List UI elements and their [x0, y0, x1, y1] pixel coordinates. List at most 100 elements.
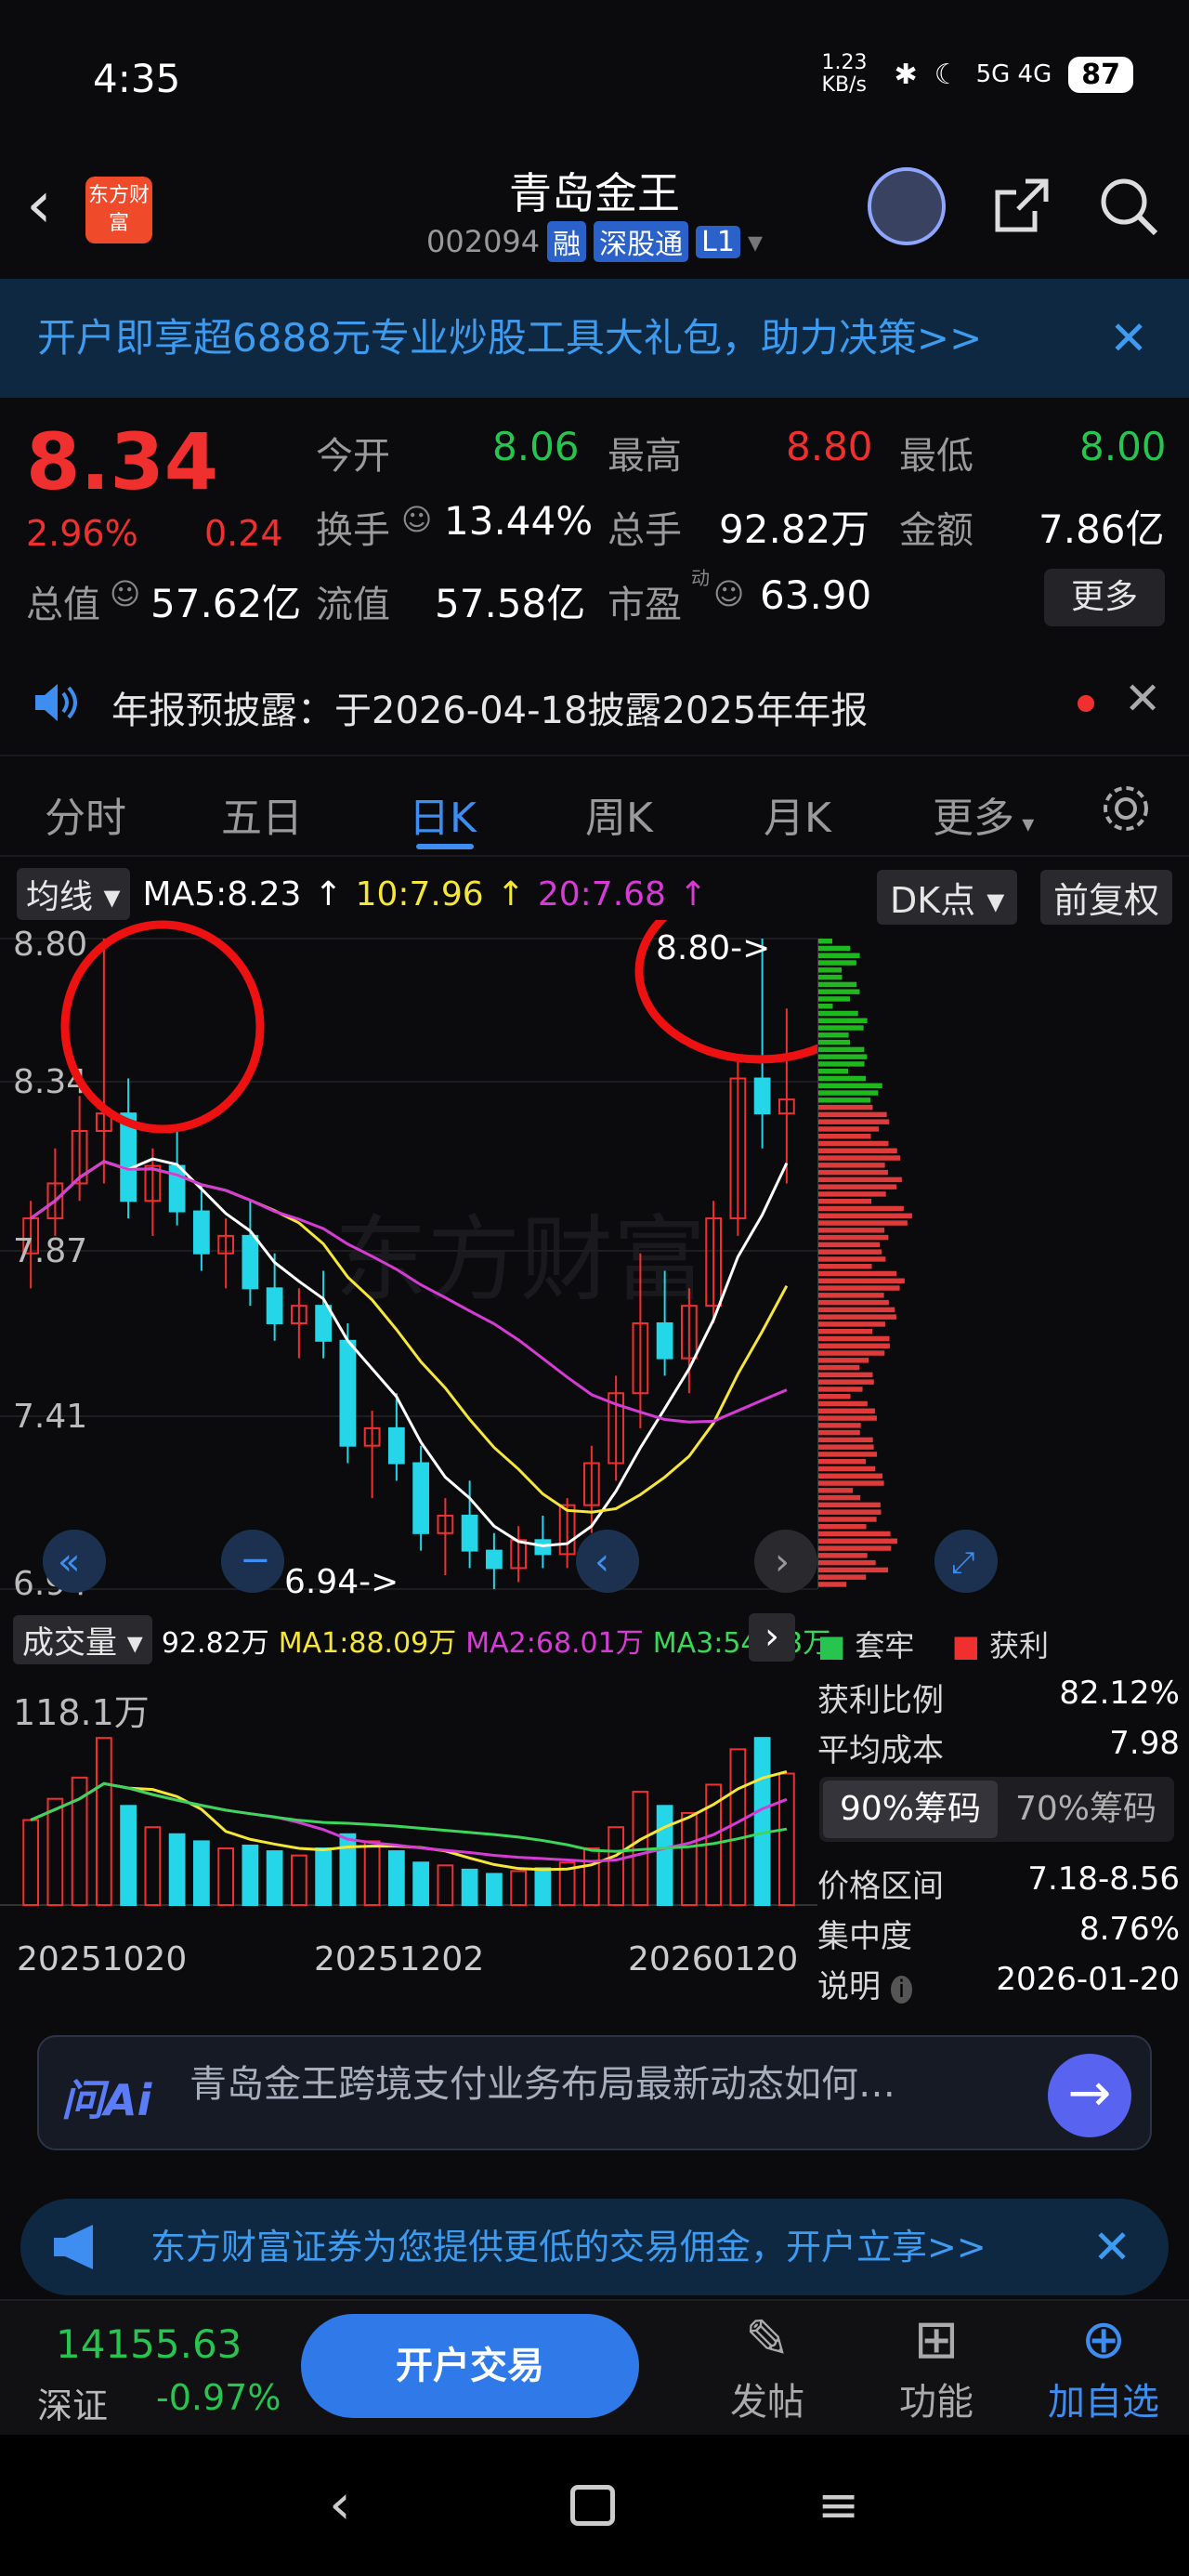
tab-more-label: 更多: [933, 795, 1014, 842]
volume-bar: [144, 1826, 162, 1906]
nav-home-icon[interactable]: [570, 2485, 615, 2526]
open-account-button[interactable]: 开户交易: [301, 2314, 639, 2418]
chip-bar: [817, 1473, 882, 1479]
volume-bar: [656, 1805, 673, 1907]
unread-dot: [1078, 695, 1094, 712]
indicator-select[interactable]: 均线 ▾: [17, 868, 130, 920]
chip-bar: [817, 1155, 901, 1161]
vol-ma2: MA2:68.01万: [465, 1626, 644, 1660]
chip-bar: [817, 960, 856, 966]
chip-bar: [817, 1069, 849, 1074]
high-value: 8.80: [786, 424, 873, 469]
search-icon[interactable]: [1096, 174, 1161, 239]
high-label: 最高: [608, 435, 682, 478]
chip-bar: [817, 1220, 908, 1226]
chip-bar: [817, 939, 832, 944]
close-icon[interactable]: ✕: [1109, 279, 1148, 398]
info-icon[interactable]: i: [890, 1976, 913, 2004]
chip-bar: [817, 989, 860, 994]
chip-bar: [817, 974, 843, 980]
promo-banner[interactable]: 开户即享超6888元专业炒股工具大礼包，助力决策>> ✕: [0, 279, 1189, 398]
info-icon[interactable]: ☺: [401, 502, 432, 537]
seg-70[interactable]: 70%筹码: [1001, 1781, 1170, 1838]
note-row: 说明 i 2026-01-20: [817, 1961, 1180, 2005]
share-icon[interactable]: [988, 174, 1053, 239]
chip-bar: [817, 1126, 880, 1132]
more-button[interactable]: 更多: [1044, 569, 1165, 626]
concentration-row: 集中度 8.76%: [817, 1911, 1180, 1955]
tag-level: L1: [696, 225, 740, 258]
chevron-down-icon[interactable]: ▾: [748, 224, 763, 259]
candle-body: [388, 1426, 405, 1465]
notice-bar[interactable]: 年报预披露：于2026-04-18披露2025年年报 ✕: [0, 660, 1189, 745]
moon-icon: ☾: [934, 58, 960, 91]
tab-five-day[interactable]: 五日: [221, 784, 303, 844]
svg-text:«: «: [58, 1541, 80, 1584]
megaphone-icon: [54, 2225, 93, 2269]
chip-bar: [817, 1270, 897, 1277]
tab-daily-k[interactable]: 日K: [409, 784, 477, 844]
volume-bar: [339, 1833, 357, 1906]
status-icons: 1.23 KB/s ✱ ☾ 5G 4G 87: [822, 52, 1133, 97]
price-range-label: 价格区间: [817, 1868, 944, 1905]
info-icon[interactable]: ☺: [110, 576, 140, 611]
close-icon[interactable]: ✕: [1124, 673, 1161, 725]
function-label: 功能: [899, 2381, 973, 2424]
float-label: 流值: [316, 584, 390, 626]
nav-menu-icon[interactable]: ≡: [817, 2476, 859, 2534]
function-button[interactable]: ⊞ 功能: [871, 2307, 1001, 2425]
arrow-right-icon[interactable]: →: [1048, 2054, 1131, 2137]
seg-90[interactable]: 90%筹码: [823, 1781, 998, 1838]
dk-label: DK点: [890, 880, 976, 921]
ai-question-box[interactable]: 问Ai 青岛金王跨境支付业务布局最新动态如何… →: [37, 2035, 1152, 2150]
dk-point-button[interactable]: DK点 ▾: [877, 870, 1018, 925]
add-watchlist-button[interactable]: ⊕ 加自选: [1039, 2307, 1169, 2425]
chart-watermark: 东方财富: [334, 1205, 706, 1314]
chip-bar: [817, 1134, 871, 1139]
chip-bar: [817, 1205, 904, 1212]
system-nav-bar: ‹ ≡: [0, 2435, 1189, 2576]
index-change: -0.97%: [156, 2377, 281, 2418]
tab-weekly-k[interactable]: 周K: [585, 784, 653, 844]
chevron-right-icon[interactable]: ›: [749, 1613, 795, 1662]
tab-intraday[interactable]: 分时: [45, 784, 126, 844]
vol-ma20-line: [30, 1781, 788, 1853]
chip-bar: [817, 1242, 881, 1248]
note-date: 2026-01-20: [996, 1961, 1180, 1998]
chip-bar: [817, 1321, 885, 1327]
vol-ma3: MA3:54.43万: [652, 1626, 831, 1660]
candlestick-chart[interactable]: 东方财富 8.80 8.34 7.87 7.41 6.94 8.80-> 6.9…: [0, 920, 817, 1608]
pe-label: 市盈: [608, 584, 682, 626]
chip-bar: [817, 1299, 889, 1306]
legend-profit: 获利: [989, 1628, 1050, 1663]
adjust-button[interactable]: 前复权: [1040, 870, 1173, 925]
chip-bar: [817, 967, 843, 973]
turnover-label: 换手: [316, 509, 390, 552]
candle-body: [193, 1210, 210, 1255]
info-icon[interactable]: ☺: [713, 576, 744, 611]
gear-icon[interactable]: [1100, 782, 1152, 835]
volume-bar: [388, 1850, 405, 1906]
volume-bar: [291, 1854, 307, 1907]
tab-more[interactable]: 更多 ▾: [933, 784, 1034, 844]
volume-label: 总手: [608, 509, 682, 552]
nav-back-icon[interactable]: ‹: [329, 2472, 351, 2537]
chip-distribution-chart: ⤢: [817, 939, 998, 1593]
pe-dynamic-mark: 动: [691, 567, 710, 589]
amount-label: 金额: [899, 509, 973, 552]
tab-monthly-k[interactable]: 月K: [764, 784, 831, 844]
candle-body: [315, 1305, 332, 1342]
chip-bar: [817, 1358, 869, 1363]
candle-body: [461, 1514, 478, 1552]
svg-text:−: −: [240, 1539, 271, 1582]
assistant-avatar[interactable]: [868, 167, 946, 245]
change-value: 0.24: [204, 513, 283, 554]
volume-bar: [412, 1861, 429, 1906]
commission-banner[interactable]: 东方财富证券为您提供更低的交易佣金，开户立享>> ✕: [20, 2199, 1169, 2295]
chip-bar: [817, 1046, 865, 1053]
close-icon[interactable]: ✕: [1092, 2199, 1131, 2295]
volume-select[interactable]: 成交量 ▾: [13, 1615, 152, 1664]
index-value[interactable]: 14155.63: [56, 2321, 242, 2367]
post-button[interactable]: ✎ 发帖: [702, 2307, 832, 2425]
chip-bar: [817, 1314, 896, 1320]
